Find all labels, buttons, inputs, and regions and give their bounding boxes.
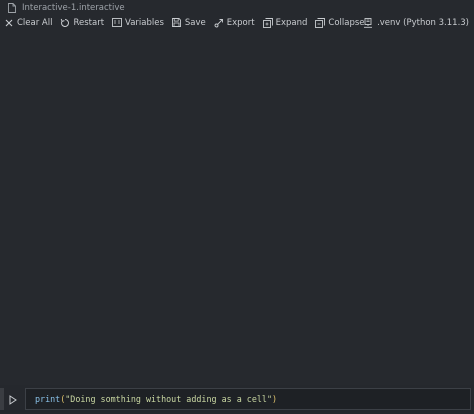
save-button[interactable]: Save bbox=[168, 15, 210, 30]
server-environment-icon bbox=[363, 17, 373, 28]
expand-button[interactable]: Expand bbox=[259, 15, 312, 30]
kernel-label: .venv (Python 3.11.3) bbox=[377, 17, 469, 28]
tab-title[interactable]: Interactive-1.interactive bbox=[22, 3, 125, 13]
output-area bbox=[0, 31, 474, 385]
cell-gutter bbox=[0, 388, 4, 410]
input-cell: print("Doing somthing without adding as … bbox=[0, 385, 474, 412]
title-bar: Interactive-1.interactive bbox=[0, 0, 474, 15]
clear-all-label: Clear All bbox=[17, 17, 53, 28]
restart-button[interactable]: Restart bbox=[56, 15, 108, 30]
collapse-icon bbox=[315, 17, 326, 28]
collapse-button[interactable]: Collapse bbox=[311, 15, 368, 30]
export-icon bbox=[214, 18, 224, 28]
variables-button[interactable]: Variables bbox=[108, 15, 168, 30]
restart-label: Restart bbox=[73, 17, 105, 28]
clear-all-button[interactable]: Clear All bbox=[0, 15, 56, 30]
save-icon bbox=[172, 18, 182, 28]
expand-label: Expand bbox=[275, 17, 308, 28]
run-button[interactable] bbox=[6, 391, 20, 407]
close-icon bbox=[4, 18, 14, 28]
interactive-window: Interactive-1.interactive Clear All Rest… bbox=[0, 0, 474, 414]
file-icon bbox=[8, 2, 16, 13]
kernel-picker[interactable]: .venv (Python 3.11.3) bbox=[363, 15, 469, 30]
expand-icon bbox=[262, 17, 273, 28]
code-close-paren: ) bbox=[272, 394, 278, 404]
run-triangle-icon bbox=[9, 390, 17, 409]
variables-label: Variables bbox=[125, 17, 164, 28]
save-label: Save bbox=[184, 17, 206, 28]
code-input-editor[interactable]: print("Doing somthing without adding as … bbox=[25, 388, 471, 410]
restart-icon bbox=[60, 18, 70, 28]
code-function-token: print bbox=[35, 394, 61, 404]
export-button[interactable]: Export bbox=[210, 15, 259, 30]
code-string-token: "Doing somthing without adding as a cell… bbox=[65, 394, 272, 404]
variables-icon bbox=[112, 18, 122, 28]
export-label: Export bbox=[226, 17, 255, 28]
collapse-label: Collapse bbox=[328, 17, 365, 28]
